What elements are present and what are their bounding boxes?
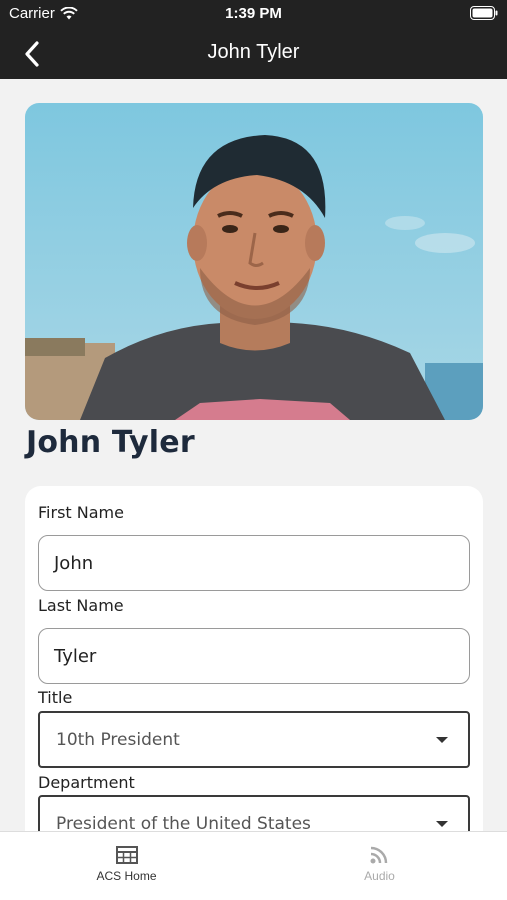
department-select-value: President of the United States <box>56 813 311 832</box>
content-area[interactable]: John Tyler First Name John Last Name Tyl… <box>0 79 507 831</box>
rss-icon <box>370 846 387 864</box>
title-select-value: 10th President <box>56 729 180 750</box>
profile-photo <box>25 103 483 420</box>
status-bar: Carrier 1:39 PM <box>0 0 507 28</box>
title-label: Title <box>38 688 73 707</box>
tab-acs-home[interactable]: ACS Home <box>0 832 253 900</box>
person-name-heading: John Tyler <box>26 425 195 460</box>
nav-title: John Tyler <box>207 41 300 63</box>
caret-down-icon <box>436 736 448 743</box>
battery-icon <box>470 6 498 24</box>
clock: 1:39 PM <box>225 5 282 22</box>
last-name-label: Last Name <box>38 596 124 615</box>
navigation-bar: John Tyler <box>0 28 507 79</box>
first-name-label: First Name <box>38 503 124 522</box>
caret-down-icon <box>436 820 448 827</box>
last-name-field[interactable]: Tyler <box>38 628 470 684</box>
tab-acs-home-label: ACS Home <box>96 869 157 883</box>
title-select[interactable]: 10th President <box>38 711 470 768</box>
tab-audio-label: Audio <box>364 869 395 883</box>
tab-audio[interactable]: Audio <box>253 832 506 900</box>
table-icon <box>115 846 138 864</box>
department-select[interactable]: President of the United States <box>38 795 470 831</box>
tab-bar: ACS Home Audio <box>0 831 507 900</box>
department-label: Department <box>38 773 135 792</box>
details-form-card: First Name John Last Name Tyler Title 10… <box>25 486 483 831</box>
first-name-field[interactable]: John <box>38 535 470 591</box>
